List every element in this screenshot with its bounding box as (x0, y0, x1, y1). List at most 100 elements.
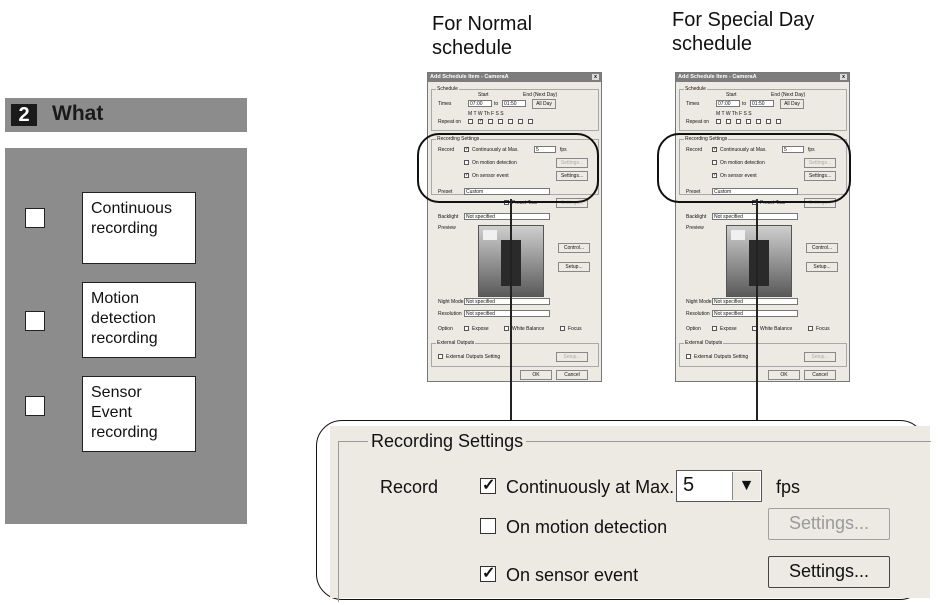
repeat-thu-checkbox[interactable] (746, 119, 751, 124)
external-outputs-label: External Outputs Setting (446, 354, 501, 360)
step-title: What (52, 102, 104, 125)
option-label: Option (438, 326, 453, 332)
highlight-special (657, 133, 851, 203)
focus-label: Focus (568, 326, 582, 332)
cancel-button[interactable]: Cancel (804, 370, 836, 380)
repeat-tue-checkbox[interactable] (726, 119, 731, 124)
resolution-select[interactable]: Not specified (712, 310, 798, 317)
dialog-normal: Add Schedule Item - CameraA x Schedule St… (427, 72, 602, 382)
ok-button[interactable]: OK (768, 370, 800, 380)
camera-preview (726, 225, 792, 297)
zoom-continuous-checkbox[interactable]: ✓ (480, 477, 496, 494)
to-label: to (742, 101, 747, 107)
expose-checkbox[interactable] (464, 326, 469, 331)
dialog-special: Add Schedule Item - CameraA x Schedule St… (675, 72, 850, 382)
zoom-continuous-label: Continuously at Max. (506, 477, 675, 497)
preview-label: Preview (686, 225, 704, 231)
setup-button[interactable]: Setup... (558, 262, 590, 272)
checkmark-icon: ✓ (482, 565, 496, 582)
connector-special (756, 199, 758, 422)
zoom-fps-label: fps (776, 477, 801, 497)
setup-button[interactable]: Setup... (806, 262, 838, 272)
repeat-fri-checkbox[interactable] (756, 119, 761, 124)
expose-label: Expose (720, 326, 737, 332)
times-label: Times (686, 101, 700, 107)
motion-checkbox[interactable] (25, 311, 45, 331)
external-outputs-checkbox[interactable] (686, 354, 691, 359)
all-day-button[interactable]: All Day (780, 99, 804, 109)
dialog-title: Add Schedule Item - CameraA (678, 74, 757, 80)
zoom-motion-settings-button[interactable]: Settings... (768, 508, 890, 540)
option-label: Option (686, 326, 701, 332)
dialog-title: Add Schedule Item - CameraA (430, 74, 509, 80)
repeat-mon-checkbox[interactable] (716, 119, 721, 124)
zoom-sensor-checkbox[interactable]: ✓ (480, 565, 496, 582)
chevron-down-icon[interactable]: ▼ (732, 472, 760, 500)
zoom-motion-checkbox[interactable] (480, 518, 496, 534)
schedule-legend: Schedule (684, 86, 707, 92)
backlight-select[interactable]: Not specified (464, 213, 550, 220)
end-time-field[interactable]: 01:50 (750, 100, 774, 107)
start-time-field[interactable]: 07:00 (468, 100, 492, 107)
resolution-select[interactable]: Not specified (464, 310, 550, 317)
external-outputs-legend: External Outputs (684, 340, 724, 346)
dialog-titlebar: Add Schedule Item - CameraA x (428, 73, 601, 82)
repeat-sat-checkbox[interactable] (518, 119, 523, 124)
days-label: M T W Th F S S (468, 111, 504, 117)
end-time-field[interactable]: 01:50 (502, 100, 526, 107)
all-day-button[interactable]: All Day (532, 99, 556, 109)
start-time-field[interactable]: 07:00 (716, 100, 740, 107)
repeat-mon-checkbox[interactable] (468, 119, 473, 124)
night-mode-label: Night Mode (686, 299, 712, 305)
close-icon[interactable]: x (592, 74, 599, 80)
repeat-wed-checkbox[interactable] (488, 119, 493, 124)
backlight-select[interactable]: Not specified (712, 213, 798, 220)
repeat-label: Repeat on (438, 119, 462, 125)
external-outputs-legend: External Outputs (436, 340, 476, 346)
continuous-option-box: Continuous recording (82, 192, 196, 264)
focus-checkbox[interactable] (560, 326, 565, 331)
control-button[interactable]: Control... (806, 243, 838, 253)
connector-normal (510, 199, 512, 422)
external-setup-button[interactable]: Setup... (556, 352, 588, 362)
repeat-wed-checkbox[interactable] (736, 119, 741, 124)
repeat-sun-checkbox[interactable] (776, 119, 781, 124)
control-button[interactable]: Control... (558, 243, 590, 253)
dialog-titlebar: Add Schedule Item - CameraA x (676, 73, 849, 82)
focus-checkbox[interactable] (808, 326, 813, 331)
focus-label: Focus (816, 326, 830, 332)
times-label: Times (438, 101, 452, 107)
external-outputs-checkbox[interactable] (438, 354, 443, 359)
zoom-sensor-settings-button[interactable]: Settings... (768, 556, 890, 588)
white-balance-label: White Balance (512, 326, 545, 332)
sensor-checkbox[interactable] (25, 396, 45, 416)
night-mode-select[interactable]: Not specified (712, 298, 798, 305)
close-icon[interactable]: x (840, 74, 847, 80)
external-outputs-label: External Outputs Setting (694, 354, 749, 360)
repeat-tue-checkbox[interactable] (478, 118, 483, 124)
start-label: Start (478, 92, 489, 98)
resolution-label: Resolution (438, 311, 462, 317)
expose-label: Expose (472, 326, 489, 332)
zoom-motion-label: On motion detection (506, 517, 668, 537)
start-label: Start (726, 92, 737, 98)
repeat-sat-checkbox[interactable] (766, 119, 771, 124)
zoom-record-label: Record (380, 477, 439, 497)
night-mode-label: Night Mode (438, 299, 464, 305)
schedule-legend: Schedule (436, 86, 459, 92)
external-setup-button[interactable]: Setup... (804, 352, 836, 362)
repeat-sun-checkbox[interactable] (528, 119, 533, 124)
continuous-checkbox[interactable] (25, 208, 45, 228)
backlight-label: Backlight (686, 214, 707, 220)
step-header: 2 What (5, 98, 247, 132)
repeat-fri-checkbox[interactable] (508, 119, 513, 124)
repeat-thu-checkbox[interactable] (498, 119, 503, 124)
expose-checkbox[interactable] (712, 326, 717, 331)
days-label: M T W Th F S S (716, 111, 752, 117)
ok-button[interactable]: OK (520, 370, 552, 380)
backlight-label: Backlight (438, 214, 459, 220)
white-balance-checkbox[interactable] (504, 326, 509, 331)
cancel-button[interactable]: Cancel (556, 370, 588, 380)
zoom-sensor-label: On sensor event (506, 565, 639, 585)
night-mode-select[interactable]: Not specified (464, 298, 550, 305)
